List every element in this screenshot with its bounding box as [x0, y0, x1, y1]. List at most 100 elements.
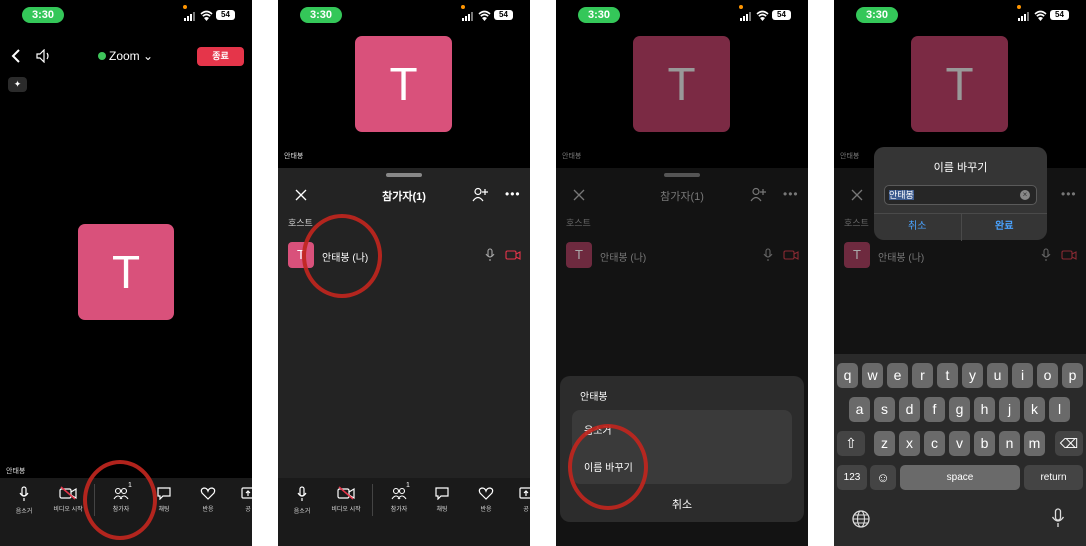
key-k[interactable]: k	[1024, 397, 1045, 422]
mic-icon[interactable]	[485, 248, 495, 262]
key-e[interactable]: e	[887, 363, 908, 388]
key-d[interactable]: d	[899, 397, 920, 422]
add-person-icon[interactable]	[472, 187, 488, 202]
key-q[interactable]: q	[837, 363, 858, 388]
key-u[interactable]: u	[987, 363, 1008, 388]
mute-label: 음소거	[293, 509, 311, 515]
speaker-icon[interactable]	[36, 49, 52, 63]
key-w[interactable]: w	[862, 363, 883, 388]
rename-input-value: 안태봉	[889, 190, 914, 200]
key-f[interactable]: f	[924, 397, 945, 422]
start-video-button[interactable]: 비디오 시작	[324, 486, 368, 513]
toolbar-divider	[372, 484, 373, 516]
backspace-icon[interactable]: ⌫	[1055, 431, 1083, 456]
meeting-title-text: Zoom	[109, 49, 140, 63]
mute-button[interactable]: 음소거	[2, 486, 46, 515]
share-button[interactable]: 공	[226, 486, 252, 513]
key-l[interactable]: l	[1049, 397, 1070, 422]
back-chevron-icon[interactable]	[10, 48, 22, 64]
signal-icon	[740, 12, 754, 21]
key-c[interactable]: c	[924, 431, 945, 456]
status-time: 3:30	[300, 7, 342, 23]
meeting-title[interactable]: Zoom ⌄	[98, 49, 153, 63]
key-p[interactable]: p	[1062, 363, 1083, 388]
key-j[interactable]: j	[999, 397, 1020, 422]
return-key[interactable]: return	[1024, 465, 1083, 490]
key-y[interactable]: y	[962, 363, 983, 388]
shield-check-icon	[98, 52, 106, 60]
status-time: 3:30	[22, 7, 64, 23]
signal-icon	[1018, 12, 1032, 21]
keyboard: q w e r t y u i o p a s d f g h j k l ⇧ …	[834, 354, 1086, 546]
rename-input[interactable]: 안태봉 ×	[884, 185, 1037, 205]
shift-icon[interactable]: ⇧	[837, 431, 865, 456]
cancel-button[interactable]: 취소	[874, 214, 961, 241]
sparkle-icon[interactable]: ✦	[8, 77, 27, 92]
status-bar: 3:30 54	[834, 0, 1086, 28]
signal-icon	[184, 12, 198, 21]
add-person-icon	[750, 187, 766, 202]
key-b[interactable]: b	[974, 431, 995, 456]
annotation-circle	[568, 424, 648, 510]
space-key[interactable]: space	[900, 465, 1020, 490]
video-name-label: 안태봉	[562, 153, 582, 160]
status-bar: 3:30 54	[556, 0, 808, 28]
globe-icon[interactable]	[851, 509, 871, 529]
key-n[interactable]: n	[999, 431, 1020, 456]
video-name-label: 안태봉	[6, 468, 26, 475]
participants-button[interactable]: 1 참가자	[377, 482, 421, 513]
participant-avatar: T	[844, 242, 870, 268]
participant-count: 1	[406, 482, 410, 489]
done-button[interactable]: 완료	[960, 214, 1048, 241]
key-r[interactable]: r	[912, 363, 933, 388]
sheet-grabber[interactable]	[386, 173, 422, 177]
key-t[interactable]: t	[937, 363, 958, 388]
mute-label: 음소거	[15, 509, 33, 515]
key-x[interactable]: x	[899, 431, 920, 456]
reactions-button[interactable]: 반응	[464, 486, 508, 513]
participants-icon	[391, 487, 407, 500]
end-meeting-button[interactable]: 종료	[197, 47, 244, 66]
video-off-icon	[337, 486, 355, 500]
avatar-tile: T	[355, 36, 452, 132]
chat-label: 채팅	[436, 507, 448, 513]
annotation-circle	[302, 214, 382, 298]
phone-screen-action-sheet: 3:30 54 T 안태봉 참가자(1) ••• 호스트 T 안태봉 (나) 안…	[556, 0, 808, 546]
reactions-button[interactable]: 반응	[186, 486, 230, 513]
mute-button[interactable]: 음소거	[280, 486, 324, 515]
video-off-icon	[783, 250, 799, 260]
sheet-title: 참가자(1)	[382, 191, 426, 203]
wifi-icon	[1034, 10, 1047, 21]
mic-indicator-dot	[183, 5, 187, 9]
key-s[interactable]: s	[874, 397, 895, 422]
key-g[interactable]: g	[949, 397, 970, 422]
status-time: 3:30	[856, 7, 898, 23]
key-z[interactable]: z	[874, 431, 895, 456]
status-bar: 3:30 54	[0, 0, 252, 28]
key-o[interactable]: o	[1037, 363, 1058, 388]
start-video-label: 비디오 시작	[331, 507, 361, 513]
share-button[interactable]: 공	[504, 486, 530, 513]
key-h[interactable]: h	[974, 397, 995, 422]
key-m[interactable]: m	[1024, 431, 1045, 456]
key-v[interactable]: v	[949, 431, 970, 456]
more-icon[interactable]: •••	[505, 187, 521, 201]
chat-button[interactable]: 채팅	[420, 486, 464, 513]
mic-icon	[19, 486, 29, 501]
sheet-title: 참가자(1)	[660, 191, 704, 203]
key-a[interactable]: a	[849, 397, 870, 422]
emoji-icon[interactable]: ☺	[870, 465, 896, 490]
video-off-icon[interactable]	[505, 249, 521, 261]
section-host-label: 호스트	[844, 218, 869, 228]
more-icon: •••	[1061, 187, 1077, 201]
heart-icon	[200, 487, 216, 500]
action-sheet-title: 안태봉	[580, 392, 608, 403]
dictation-mic-icon[interactable]	[1051, 508, 1065, 528]
phone-screen-participants: 3:30 54 T 안태봉 참가자(1) ••• 호스트 T 안태봉 (나) 음…	[278, 0, 530, 546]
more-icon: •••	[783, 187, 799, 201]
numbers-key[interactable]: 123	[837, 465, 867, 490]
battery-icon: 54	[1050, 10, 1069, 20]
key-i[interactable]: i	[1012, 363, 1033, 388]
signal-icon	[462, 12, 476, 21]
clear-input-icon[interactable]: ×	[1020, 190, 1030, 200]
